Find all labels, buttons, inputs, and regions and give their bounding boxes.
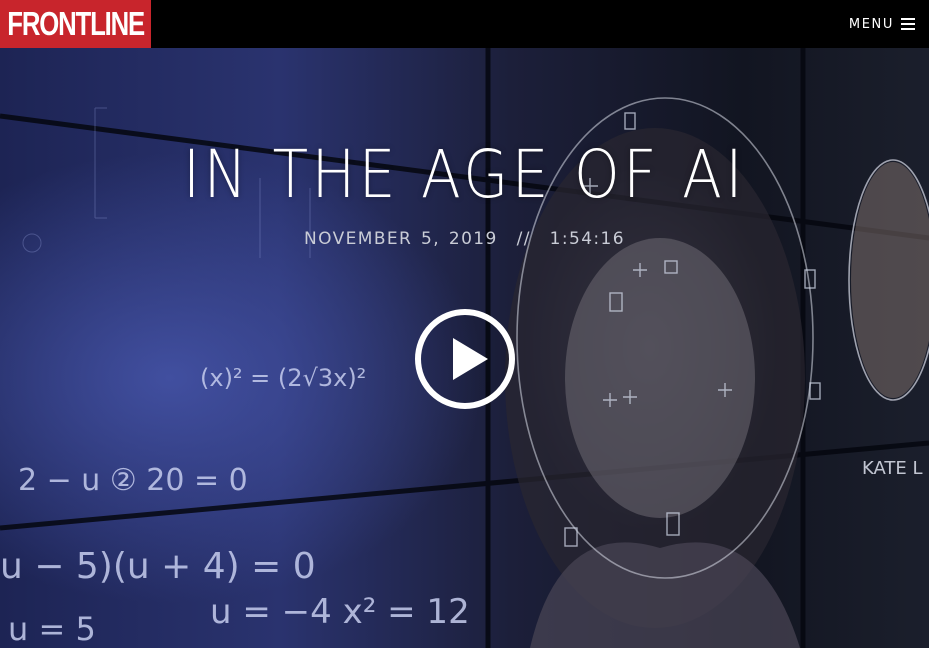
- hamburger-icon: [901, 18, 915, 30]
- play-button[interactable]: [414, 308, 516, 410]
- name-tag: KATE L: [862, 458, 923, 479]
- air-date: November 5, 2019: [304, 229, 498, 249]
- meta-separator: //: [516, 229, 531, 249]
- equation-2: 2 − u ② 20 = 0: [18, 463, 248, 498]
- play-icon: [415, 309, 515, 409]
- menu-label: MENU: [848, 16, 894, 32]
- page-title: IN THE AGE OF AI: [182, 136, 746, 213]
- episode-meta: November 5, 2019 // 1:54:16: [0, 229, 929, 249]
- equation-3: u − 5)(u + 4) = 0: [0, 546, 316, 587]
- equation-5: u = 5: [8, 610, 96, 648]
- logo-text: FRONTLINE: [7, 5, 145, 42]
- menu-button[interactable]: MENU: [849, 0, 915, 48]
- hero-video-banner: (x)² = (2√3x)² 2 − u ② 20 = 0 u − 5)(u +…: [0, 48, 929, 648]
- frontline-logo[interactable]: FRONTLINE: [0, 0, 151, 48]
- top-navigation-bar: FRONTLINE MENU: [0, 0, 929, 48]
- equation-4: u = −4 x² = 12: [210, 592, 470, 632]
- duration: 1:54:16: [549, 229, 625, 249]
- equation-1: (x)² = (2√3x)²: [200, 364, 366, 392]
